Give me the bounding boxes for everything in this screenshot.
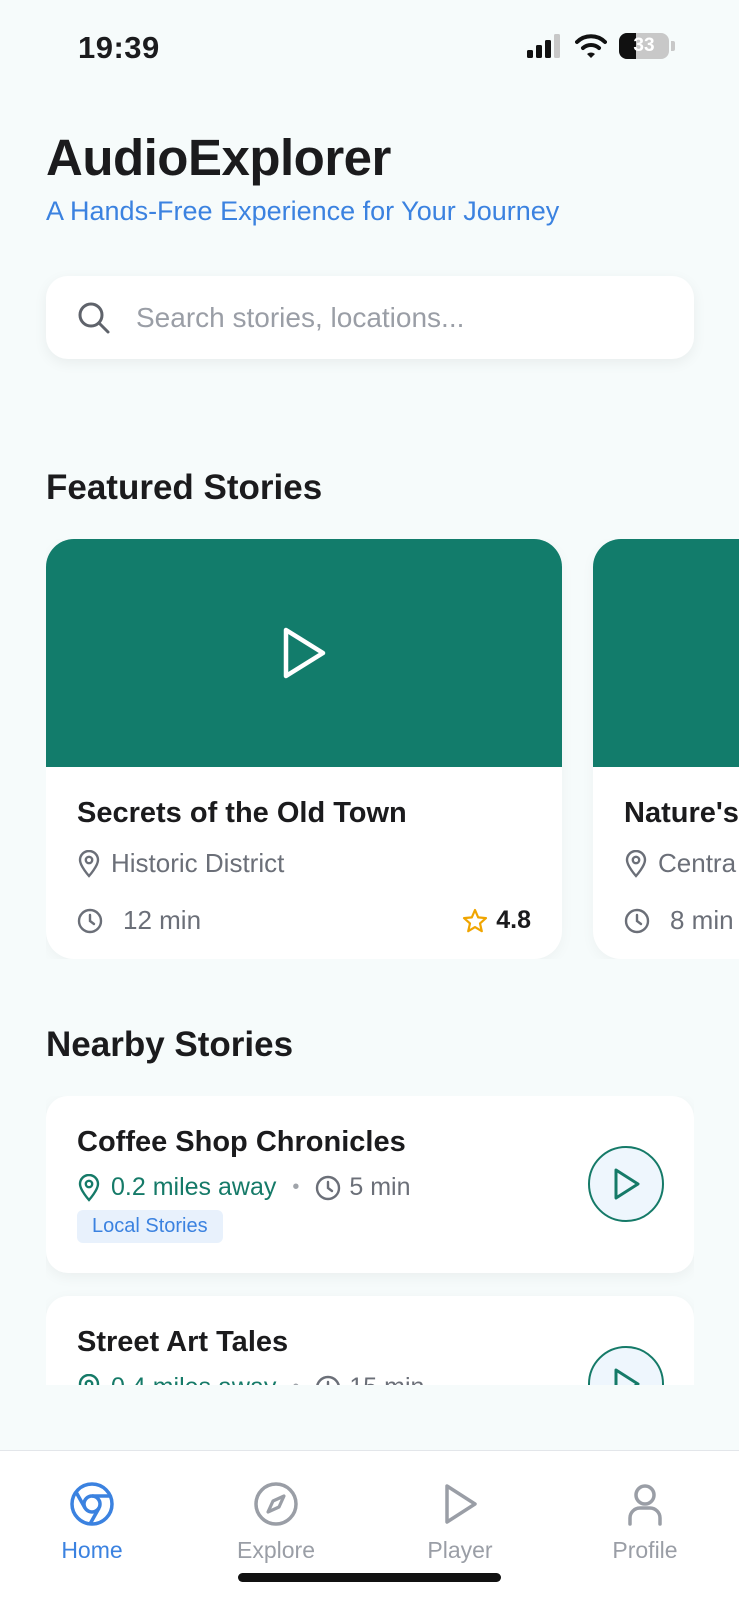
nearby-card-meta: 0.2 miles away • 5 min [77,1173,663,1202]
tab-explore[interactable]: Explore [216,1481,336,1564]
search-input[interactable] [136,301,656,334]
clock-icon [316,1375,341,1385]
featured-card-title: Secrets of the Old Town [77,797,407,829]
featured-card-rating: 4.8 [462,906,531,935]
tab-player[interactable]: Player [400,1481,520,1564]
search-bar[interactable] [46,276,694,359]
nearby-card-duration: 15 min [349,1373,424,1385]
nearby-card-duration: 5 min [349,1173,411,1201]
nearby-card[interactable]: Street Art Tales 0.4 miles away • 15 min [46,1296,694,1385]
featured-carousel[interactable]: Secrets of the Old Town Historic Distric… [46,539,739,959]
tab-home[interactable]: Home [32,1481,152,1564]
home-indicator [238,1573,501,1582]
battery-level: 33 [633,35,655,56]
featured-card-banner[interactable] [46,539,562,767]
tab-label: Home [61,1537,123,1563]
nearby-card[interactable]: Coffee Shop Chronicles 0.2 miles away • … [46,1096,694,1273]
play-button[interactable] [588,1146,664,1222]
category-tag[interactable]: Local Stories [77,1210,223,1243]
map-pin-icon [78,1373,100,1385]
play-icon [445,1484,477,1524]
tab-profile[interactable]: Profile [585,1481,705,1564]
nearby-card-meta: 0.4 miles away • 15 min [77,1373,663,1385]
play-icon [614,1168,640,1200]
featured-card-location-text: Centra [658,848,737,878]
nearby-card-title: Coffee Shop Chronicles [77,1126,406,1158]
battery-icon: 33 [619,33,669,59]
compass-icon [254,1482,298,1526]
app-subtitle: A Hands-Free Experience for Your Journey [46,196,560,226]
featured-card[interactable]: Secrets of the Old Town Historic Distric… [46,539,562,959]
separator-dot: • [292,1176,300,1198]
featured-card-location: Historic District [77,848,531,879]
play-icon [283,627,326,679]
map-pin-icon [625,849,647,878]
status-bar: 19:39 33 [0,0,739,100]
user-icon [628,1484,662,1526]
featured-card-duration: 12 min [123,905,202,935]
battery-tip [671,41,675,51]
nearby-card-distance: 0.2 miles away [111,1173,277,1201]
cellular-signal-icon [527,34,560,58]
featured-card-title: Nature's [624,797,739,829]
app-title: AudioExplorer [46,129,391,186]
featured-card-footer: 12 min 4.8 [77,905,531,936]
nearby-section-title: Nearby Stories [46,1025,294,1064]
map-pin-icon [78,849,100,878]
featured-card-location: Centra [624,848,739,879]
map-pin-icon [78,1173,100,1202]
nearby-card-distance: 0.4 miles away [111,1373,276,1385]
tab-label: Player [427,1537,493,1563]
status-time: 19:39 [78,30,160,65]
wifi-icon [575,34,607,58]
tab-label: Explore [237,1537,315,1563]
nearby-list[interactable]: Coffee Shop Chronicles 0.2 miles away • … [46,1096,694,1385]
tab-label: Profile [612,1537,678,1563]
separator-dot: • [292,1376,299,1385]
featured-card-location-text: Historic District [111,848,285,878]
play-icon [614,1368,640,1385]
clock-icon [77,908,103,933]
clock-icon [624,908,650,933]
featured-card[interactable]: Nature's Centra 8 min [593,539,739,959]
search-icon [78,302,110,333]
nearby-card-title: Street Art Tales [77,1326,289,1358]
star-icon [463,908,488,932]
featured-card-banner[interactable] [593,539,739,767]
featured-section-title: Featured Stories [46,468,323,507]
featured-card-rating-value: 4.8 [496,906,531,934]
clock-icon [316,1175,341,1200]
featured-card-duration: 8 min [670,905,734,935]
status-icons: 33 [527,33,675,59]
chrome-icon [70,1482,114,1526]
featured-card-footer: 8 min [624,905,739,936]
